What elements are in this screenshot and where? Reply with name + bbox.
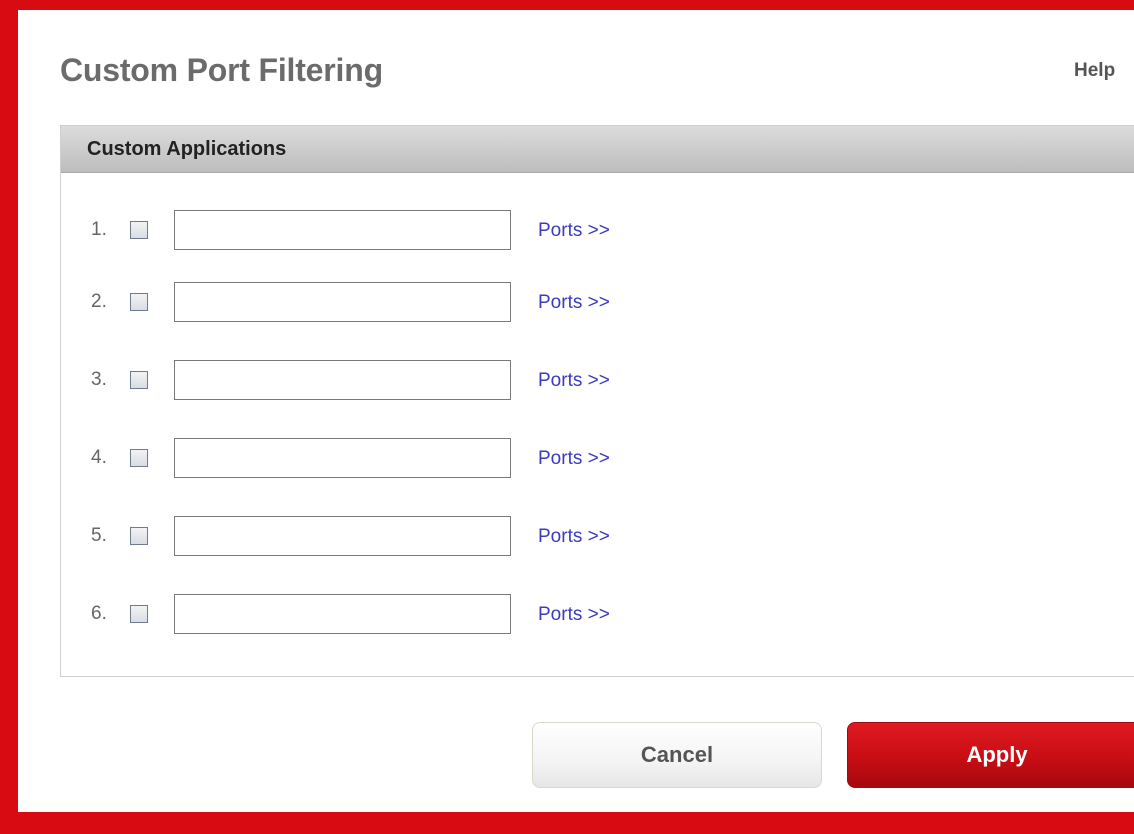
row-number: 6.	[91, 603, 107, 624]
application-name-input[interactable]	[174, 282, 511, 322]
row-number: 1.	[91, 219, 107, 240]
page-title: Custom Port Filtering	[60, 52, 383, 88]
cancel-button[interactable]: Cancel	[532, 722, 822, 788]
ports-link[interactable]: Ports >>	[538, 448, 610, 470]
help-link[interactable]: Help	[1074, 60, 1115, 82]
row-number: 2.	[91, 291, 107, 312]
app-row-2: 2. Ports >>	[61, 282, 1134, 322]
application-name-input[interactable]	[174, 438, 511, 478]
application-name-input[interactable]	[174, 594, 511, 634]
content-frame: Custom Port Filtering Help Custom Applic…	[18, 10, 1134, 812]
row-checkbox[interactable]	[130, 605, 148, 623]
custom-applications-panel: Custom Applications 1. Ports >> 2. Ports…	[60, 125, 1134, 677]
application-name-input[interactable]	[174, 516, 511, 556]
ports-link[interactable]: Ports >>	[538, 526, 610, 548]
row-number: 5.	[91, 525, 107, 546]
app-row-4: 4. Ports >>	[61, 438, 1134, 478]
app-row-5: 5. Ports >>	[61, 516, 1134, 556]
row-checkbox[interactable]	[130, 221, 148, 239]
row-checkbox[interactable]	[130, 293, 148, 311]
panel-header: Custom Applications	[61, 126, 1134, 173]
ports-link[interactable]: Ports >>	[538, 292, 610, 314]
apply-button[interactable]: Apply	[847, 722, 1134, 788]
app-row-3: 3. Ports >>	[61, 360, 1134, 400]
application-name-input[interactable]	[174, 210, 511, 250]
row-checkbox[interactable]	[130, 371, 148, 389]
app-row-1: 1. Ports >>	[61, 210, 1134, 250]
panel-title: Custom Applications	[87, 138, 287, 160]
app-row-6: 6. Ports >>	[61, 594, 1134, 634]
row-number: 4.	[91, 447, 107, 468]
row-number: 3.	[91, 369, 107, 390]
ports-link[interactable]: Ports >>	[538, 604, 610, 626]
application-name-input[interactable]	[174, 360, 511, 400]
ports-link[interactable]: Ports >>	[538, 220, 610, 242]
row-checkbox[interactable]	[130, 527, 148, 545]
ports-link[interactable]: Ports >>	[538, 370, 610, 392]
row-checkbox[interactable]	[130, 449, 148, 467]
